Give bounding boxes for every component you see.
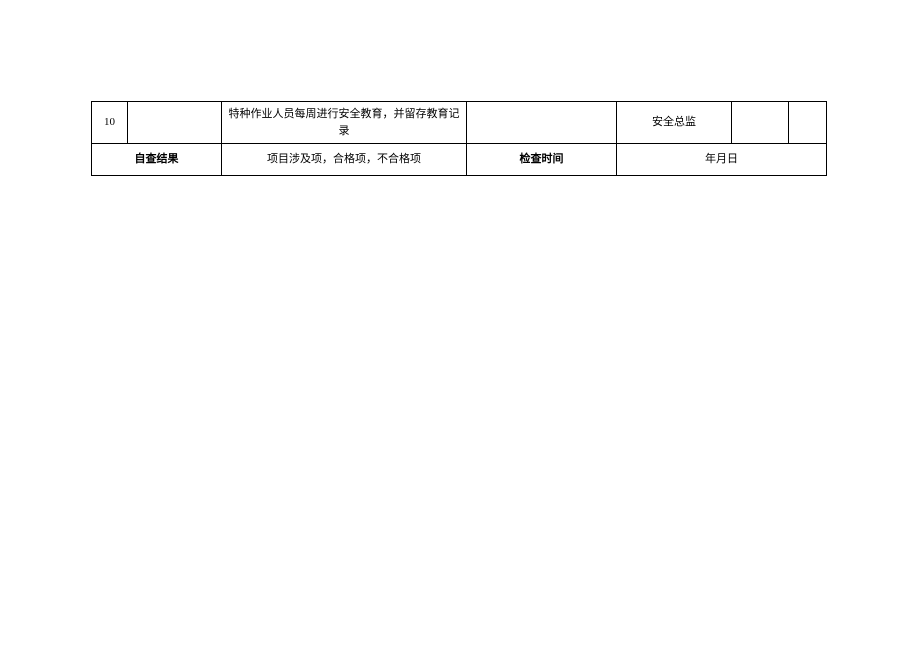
cell-self-check-value: 项目涉及项，合格项，不合格项 xyxy=(222,144,467,176)
cell-col4-empty xyxy=(467,102,617,144)
check-time-label: 检查时间 xyxy=(520,153,564,165)
cell-col7-empty xyxy=(789,102,827,144)
cell-number: 10 xyxy=(92,102,128,144)
cell-check-time-label: 检查时间 xyxy=(467,144,617,176)
table-row-item-10: 10 特种作业人员每周进行安全教育，并留存教育记录 安全总监 xyxy=(92,102,827,144)
item-number: 10 xyxy=(104,116,115,128)
cell-role: 安全总监 xyxy=(617,102,732,144)
item-description: 特种作业人员每周进行安全教育，并留存教育记录 xyxy=(229,108,460,137)
form-table: 10 特种作业人员每周进行安全教育，并留存教育记录 安全总监 自查结果 项目涉及… xyxy=(91,101,827,176)
cell-description: 特种作业人员每周进行安全教育，并留存教育记录 xyxy=(222,102,467,144)
self-check-result-label: 自查结果 xyxy=(135,153,179,165)
cell-check-time-value: 年月日 xyxy=(617,144,827,176)
check-time-value: 年月日 xyxy=(705,153,738,165)
self-check-result-value: 项目涉及项，合格项，不合格项 xyxy=(267,153,421,165)
role-label: 安全总监 xyxy=(652,116,696,128)
form-table-container: 10 特种作业人员每周进行安全教育，并留存教育记录 安全总监 自查结果 项目涉及… xyxy=(91,101,826,176)
cell-col2-empty xyxy=(128,102,222,144)
cell-self-check-label: 自查结果 xyxy=(92,144,222,176)
table-row-summary: 自查结果 项目涉及项，合格项，不合格项 检查时间 年月日 xyxy=(92,144,827,176)
cell-col6-empty xyxy=(732,102,789,144)
